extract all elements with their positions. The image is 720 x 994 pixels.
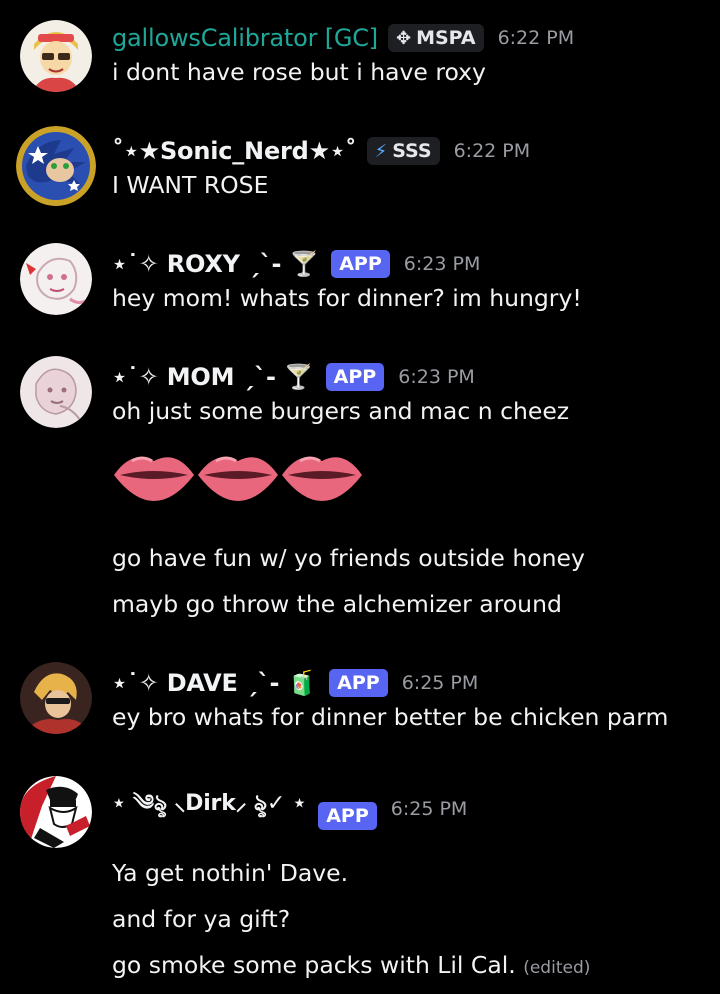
timestamp: 6:23 PM	[398, 366, 475, 388]
lightning-icon: ⚡	[374, 140, 388, 162]
avatar-dirk[interactable]	[20, 776, 92, 848]
guild-tag[interactable]: ✥ MSPA	[387, 24, 484, 52]
cocktail-icon: 🍸	[289, 250, 320, 278]
author-name[interactable]: ⋆˙✧ MOM ˏˋ-	[112, 363, 276, 391]
edited-label: (edited)	[523, 958, 591, 978]
app-badge: APP	[329, 669, 388, 697]
author-name[interactable]: ⋆˙✧ DAVE ˏˋ-	[112, 669, 279, 697]
lips-icon	[114, 456, 194, 501]
avatar-gallowscalibrator[interactable]	[20, 20, 92, 92]
message-text: hey mom! whats for dinner? im hungry!	[112, 284, 582, 312]
message-text-edited: go smoke some packs with Lil Cal. (edite…	[112, 948, 710, 985]
timestamp: 6:22 PM	[453, 140, 531, 162]
author-name[interactable]: ˚⋆★Sonic_Nerd★⋆˚	[112, 137, 357, 165]
app-badge: APP	[331, 250, 390, 278]
message-text: mayb go throw the alchemizer around	[112, 590, 562, 618]
author-name[interactable]: gallowsCalibrator [GC]	[112, 24, 378, 52]
cocktail-icon: 🍸	[283, 363, 314, 391]
avatar-roxy[interactable]	[20, 243, 92, 315]
guild-tag-label: SSS	[392, 140, 432, 162]
app-badge: APP	[318, 802, 377, 830]
avatar-mom[interactable]	[20, 356, 92, 428]
guild-tag-label: MSPA	[416, 27, 476, 49]
lips-icon	[282, 456, 362, 501]
message-text: go smoke some packs with Lil Cal.	[112, 951, 516, 979]
message-text: go have fun w/ yo friends outside honey	[112, 544, 585, 572]
message-text: and for ya gift?	[112, 905, 291, 933]
author-name[interactable]: ⋆˙✧ ROXY ˏˋ-	[112, 250, 282, 278]
timestamp: 6:23 PM	[403, 253, 481, 275]
timestamp: 6:25 PM	[390, 798, 468, 820]
avatar-dave[interactable]	[20, 662, 92, 734]
timestamp: 6:25 PM	[401, 672, 479, 694]
lips-icon	[198, 456, 278, 501]
lips-emoji-row	[112, 440, 710, 510]
message-text: I WANT ROSE	[112, 171, 269, 199]
guild-tag[interactable]: ⚡ SSS	[366, 137, 440, 165]
sparkle-icon: ✥	[395, 27, 412, 49]
message-text: ey bro whats for dinner better be chicke…	[112, 703, 669, 731]
author-name[interactable]: ⋆ ༄ৡ ⸜Dirk⸝ ৡ✓ ⋆	[112, 778, 306, 840]
avatar-sonic-nerd[interactable]	[16, 126, 96, 206]
timestamp: 6:22 PM	[497, 27, 575, 49]
juice-box-icon: 🧃	[287, 669, 318, 697]
app-badge: APP	[325, 363, 385, 391]
message-text: i dont have rose but i have roxy	[112, 58, 486, 86]
message-text: oh just some burgers and mac n cheez	[112, 397, 570, 425]
message-text: Ya get nothin' Dave.	[112, 859, 349, 887]
